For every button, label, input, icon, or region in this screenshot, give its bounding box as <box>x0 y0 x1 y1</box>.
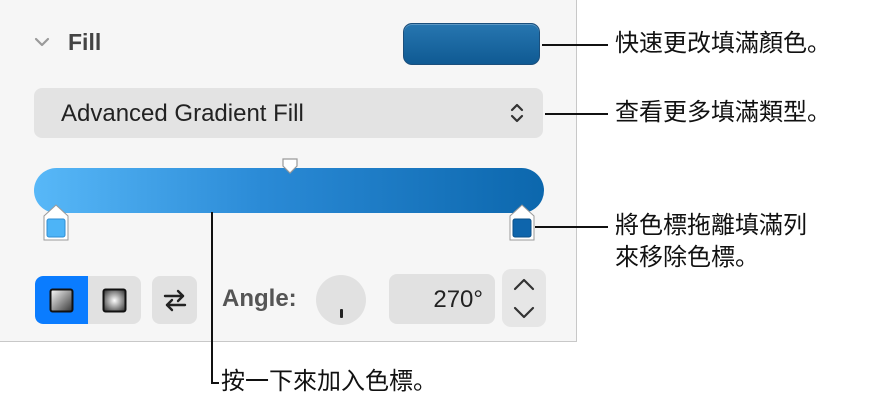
angle-stepper <box>502 269 546 327</box>
angle-increment-button[interactable] <box>502 269 546 298</box>
angle-label: Angle: <box>222 285 297 312</box>
fill-color-swatch-button[interactable] <box>403 23 540 65</box>
chevron-down-icon[interactable] <box>33 33 51 51</box>
linear-gradient-icon <box>49 288 74 313</box>
updown-chevron-icon <box>510 103 524 123</box>
callout-line-add-stop-horizontal <box>211 382 219 384</box>
radial-gradient-button[interactable] <box>88 276 141 324</box>
angle-input[interactable]: 270° <box>389 274 495 324</box>
chevron-down-icon <box>513 306 535 319</box>
section-title: Fill <box>68 29 102 55</box>
angle-dial[interactable] <box>316 275 366 325</box>
angle-value: 270° <box>433 286 483 313</box>
angle-dial-indicator <box>340 309 343 318</box>
fill-inspector-panel: Fill Advanced Gradient Fill Angle: 270° <box>0 0 577 342</box>
gradient-type-segmented-control <box>35 276 141 324</box>
callout-line-remove-stop <box>535 226 608 228</box>
swap-colors-button[interactable] <box>152 276 197 324</box>
callout-remove-stop-line2: 來移除色標。 <box>615 244 759 271</box>
chevron-up-icon <box>513 278 535 291</box>
linear-gradient-button[interactable] <box>35 276 88 324</box>
callout-line-add-stop-vertical <box>211 212 213 383</box>
radial-gradient-icon <box>102 288 127 313</box>
angle-decrement-button[interactable] <box>502 298 546 327</box>
callout-remove-stop-line1: 將色標拖離填滿列 <box>615 212 807 239</box>
callout-add-stop: 按一下來加入色標。 <box>221 368 437 395</box>
callout-line-fill-types <box>545 113 608 115</box>
swap-arrows-icon <box>163 289 187 312</box>
color-stop-right[interactable] <box>508 203 536 243</box>
fill-type-select-value: Advanced Gradient Fill <box>61 100 304 127</box>
midpoint-marker-icon[interactable] <box>281 157 299 175</box>
fill-type-select[interactable]: Advanced Gradient Fill <box>34 88 543 138</box>
callout-fill-types: 查看更多填滿類型。 <box>615 99 831 126</box>
callout-fill-color: 快速更改填滿顏色。 <box>615 30 831 57</box>
color-stop-left[interactable] <box>42 203 70 243</box>
callout-line-fill-color <box>542 44 608 46</box>
